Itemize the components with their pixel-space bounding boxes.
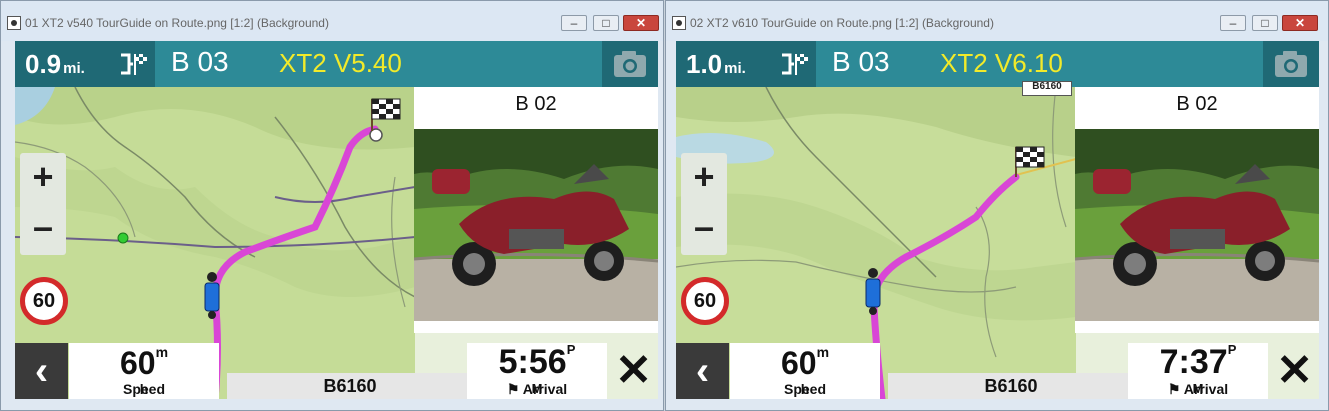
next-point-name: B 02: [515, 93, 557, 115]
close-icon: ✕: [615, 346, 652, 395]
route-point-name: B 03: [171, 46, 229, 77]
back-button[interactable]: ‹: [15, 343, 68, 399]
zoom-controls: + –: [20, 153, 66, 255]
speed-limit-sign: 60: [20, 277, 68, 325]
speed-unit-top: m: [155, 344, 169, 360]
window-title: 02 XT2 v610 TourGuide on Route.png [1:2]…: [690, 16, 994, 30]
speed-field[interactable]: 60m h Speed: [69, 343, 219, 399]
version-label: XT2 V6.10: [940, 48, 1063, 78]
speed-label: Speed: [122, 381, 165, 397]
minimize-button[interactable]: –: [1220, 15, 1246, 31]
camera-button[interactable]: [1263, 41, 1319, 87]
window-titlebar[interactable]: 02 XT2 v610 TourGuide on Route.png [1:2]…: [666, 1, 1328, 41]
speed-field[interactable]: 60m h Speed: [730, 343, 880, 399]
zoom-in-button[interactable]: +: [20, 153, 66, 203]
close-window-button[interactable]: ✕: [623, 15, 659, 31]
arrival-label: Arrival: [1183, 381, 1229, 397]
back-arrow-icon: ‹: [695, 349, 710, 393]
gps-screen: 1.0 mi. B 03 XT2 V6.10 B6160 + – 60 B 02…: [676, 41, 1319, 399]
motorcycle-photo: [1075, 129, 1319, 321]
arrival-time: 5:56: [498, 343, 567, 381]
distance-box[interactable]: 0.9 mi.: [15, 41, 155, 87]
waypoint-dot: [117, 232, 129, 244]
arrival-field[interactable]: 7:37P M ⚑ Arrival: [1128, 343, 1268, 399]
speed-value: 60: [119, 345, 156, 381]
close-icon: ✕: [1276, 346, 1313, 395]
checkered-flag-icon: ⚑: [1167, 381, 1184, 397]
next-point-name: B 02: [1176, 93, 1218, 115]
next-point-panel[interactable]: B 02: [1075, 87, 1319, 333]
maximize-button[interactable]: □: [593, 15, 619, 31]
navigation-top-bar: 1.0 mi. B 03 XT2 V6.10: [676, 41, 1319, 87]
turn-finish-icon: [121, 53, 147, 75]
gps-screen: 0.9 mi. B 03 XT2 V5.40 + – 60 B 02 ‹ 60m…: [15, 41, 658, 399]
zoom-in-button[interactable]: +: [681, 153, 727, 203]
motorcycle-photo: [414, 129, 658, 321]
route-point-name: B 03: [832, 46, 890, 77]
back-arrow-icon: ‹: [34, 349, 49, 393]
window-titlebar[interactable]: 01 XT2 v540 TourGuide on Route.png [1:2]…: [1, 1, 663, 41]
arrival-ampm-top: P: [1227, 342, 1237, 357]
cancel-route-button[interactable]: ✕: [1270, 343, 1319, 399]
back-button[interactable]: ‹: [676, 343, 729, 399]
speed-label: Speed: [783, 381, 826, 397]
current-road-name: B6160: [888, 373, 1134, 399]
arrival-label: Arrival: [522, 381, 568, 397]
app-icon: [7, 16, 21, 30]
navigation-top-bar: 0.9 mi. B 03 XT2 V5.40: [15, 41, 658, 87]
arrival-field[interactable]: 5:56P M ⚑ Arrival: [467, 343, 607, 399]
distance-value: 0.9: [25, 49, 62, 79]
bottom-bar: ‹ 60m h Speed B6160 7:37P M ⚑ Arrival ✕: [676, 343, 1319, 399]
bottom-bar: ‹ 60m h Speed B6160 5:56P M ⚑ Arrival ✕: [15, 343, 658, 399]
image-window-2: 02 XT2 v610 TourGuide on Route.png [1:2]…: [665, 0, 1329, 411]
current-road-name: B6160: [227, 373, 473, 399]
turn-finish-icon: [782, 53, 808, 75]
zoom-controls: + –: [681, 153, 727, 255]
speed-unit-top: m: [816, 344, 830, 360]
maximize-button[interactable]: □: [1252, 15, 1278, 31]
next-point-panel[interactable]: B 02: [414, 87, 658, 333]
close-window-button[interactable]: ✕: [1282, 15, 1318, 31]
distance-box[interactable]: 1.0 mi.: [676, 41, 816, 87]
cancel-route-button[interactable]: ✕: [609, 343, 658, 399]
arrival-time: 7:37: [1159, 343, 1228, 381]
camera-button[interactable]: [602, 41, 658, 87]
speed-limit-sign: 60: [681, 277, 729, 325]
distance-unit: mi.: [724, 60, 746, 77]
camera-icon: [1275, 51, 1307, 77]
minimize-button[interactable]: –: [561, 15, 587, 31]
distance-unit: mi.: [63, 60, 85, 77]
window-title: 01 XT2 v540 TourGuide on Route.png [1:2]…: [25, 16, 329, 30]
camera-icon: [614, 51, 646, 77]
distance-value: 1.0: [686, 49, 723, 79]
version-label: XT2 V5.40: [279, 48, 402, 78]
arrival-ampm-top: P: [566, 342, 576, 357]
zoom-out-button[interactable]: –: [681, 203, 727, 253]
map-road-marker: B6160: [1022, 81, 1072, 96]
image-window-1: 01 XT2 v540 TourGuide on Route.png [1:2]…: [0, 0, 664, 411]
zoom-out-button[interactable]: –: [20, 203, 66, 253]
checkered-flag-icon: ⚑: [506, 381, 523, 397]
speed-value: 60: [780, 345, 817, 381]
app-icon: [672, 16, 686, 30]
